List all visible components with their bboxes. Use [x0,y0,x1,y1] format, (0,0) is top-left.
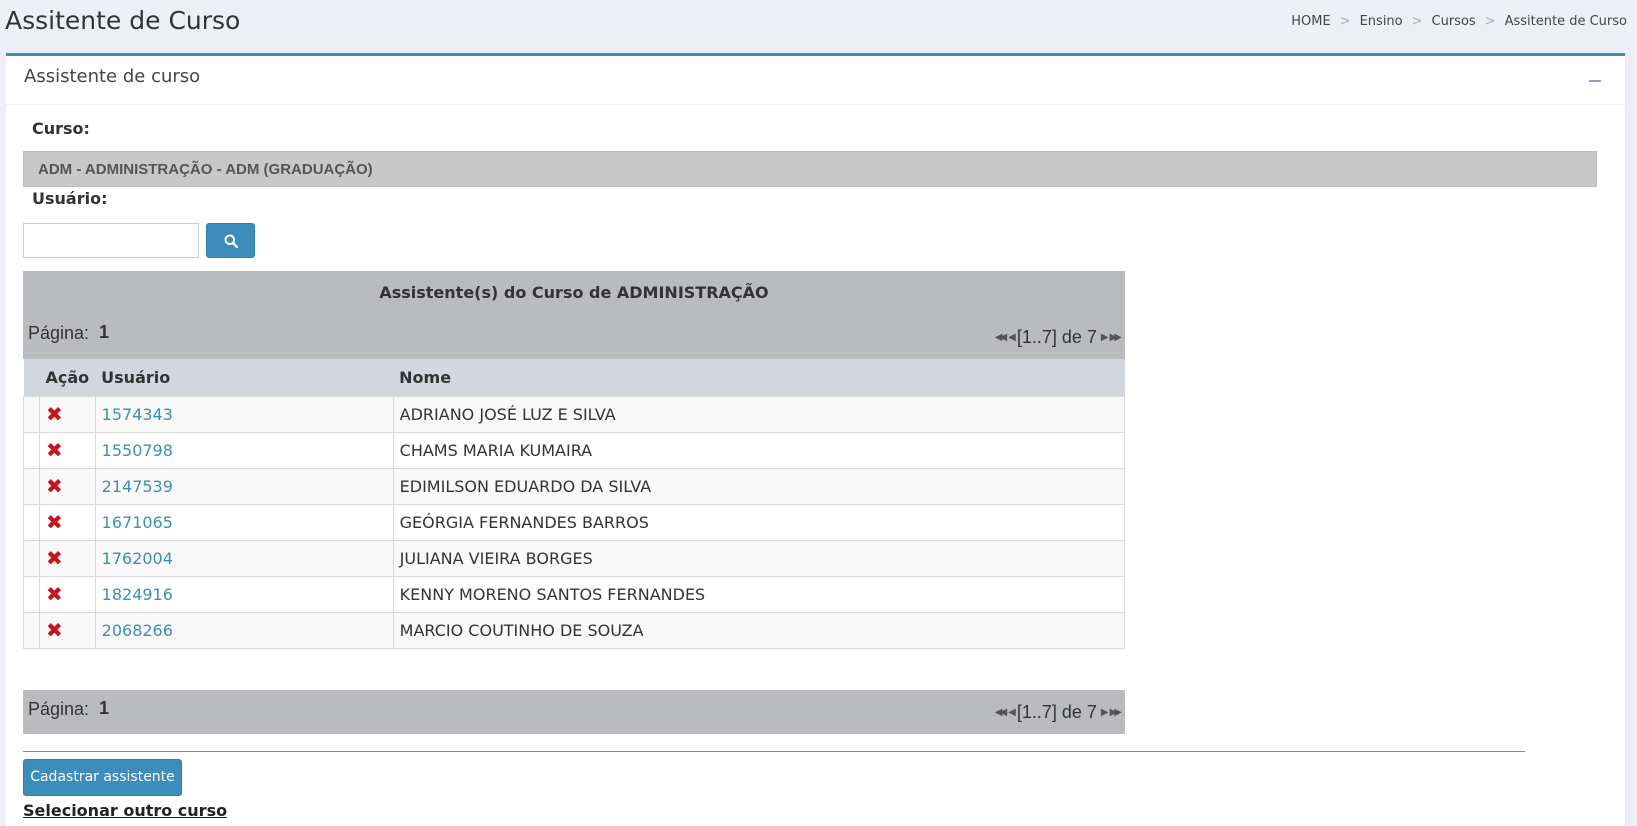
pager-bottom: Página: 1 ◀◀ ◀ [1..7] de 7 ▶ ▶▶ [23,690,1125,734]
row-action-cell: ✖ [39,396,96,433]
row-name-cell: CHAMS MARIA KUMAIRA [392,432,1126,469]
column-header-blank [23,359,40,397]
last-page-icon[interactable]: ▶▶ [1110,332,1123,343]
table-row: ✖ 2068266 MARCIO COUTINHO DE SOUZA [23,612,1126,649]
user-label: Usuário: [32,189,108,208]
course-value: ADM - ADMINISTRAÇÃO - ADM (GRADUAÇÃO) [23,151,1597,187]
page-number: 1 [99,322,110,342]
row-user-cell: 2068266 [94,612,394,649]
row-blank-cell [23,468,40,505]
page-title: Assitente de Curso [5,6,241,35]
user-link[interactable]: 1671065 [102,513,173,532]
row-action-cell: ✖ [39,432,96,469]
breadcrumb: HOME > Ensino > Cursos > Assitente de Cu… [1291,14,1627,29]
register-assistant-button[interactable]: Cadastrar assistente [23,759,182,796]
table-header-row: Ação Usuário Nome [23,359,1125,397]
delete-icon[interactable]: ✖ [46,438,63,462]
assistants-table: Ação Usuário Nome ✖ 1574343 ADRIANO JOSÉ… [23,359,1126,649]
breadcrumb-separator: > [1411,14,1423,29]
user-search-input[interactable] [23,223,199,258]
table-row: ✖ 1762004 JULIANA VIEIRA BORGES [23,540,1126,577]
row-name-cell: KENNY MORENO SANTOS FERNANDES [392,576,1126,613]
breadcrumb-separator: > [1484,14,1496,29]
breadcrumb-cursos[interactable]: Cursos [1432,14,1476,29]
delete-icon[interactable]: ✖ [46,474,63,498]
row-name-cell: JULIANA VIEIRA BORGES [392,540,1126,577]
delete-icon[interactable]: ✖ [46,510,63,534]
row-action-cell: ✖ [39,468,96,505]
row-name-cell: ADRIANO JOSÉ LUZ E SILVA [392,396,1126,433]
user-link[interactable]: 1574343 [102,405,173,424]
row-action-cell: ✖ [39,504,96,541]
table-row: ✖ 1550798 CHAMS MARIA KUMAIRA [23,432,1126,469]
first-page-icon[interactable]: ◀◀ [995,332,1008,343]
row-user-cell: 1762004 [94,540,394,577]
box-title: Assistente de curso [24,66,201,87]
row-blank-cell [23,576,40,613]
row-name-cell: EDIMILSON EDUARDO DA SILVA [392,468,1126,505]
delete-icon[interactable]: ✖ [46,402,63,426]
table-row: ✖ 1671065 GEÓRGIA FERNANDES BARROS [23,504,1126,541]
divider [23,751,1525,752]
row-name-cell: MARCIO COUTINHO DE SOUZA [392,612,1126,649]
last-page-icon[interactable]: ▶▶ [1110,707,1123,718]
delete-icon[interactable]: ✖ [46,582,63,606]
box-header: Assistente de curso [6,56,1625,105]
assistant-box: Assistente de curso Curso: ADM - ADMINIS… [6,53,1625,826]
user-link[interactable]: 1550798 [102,441,173,460]
delete-icon[interactable]: ✖ [46,546,63,570]
column-header-user: Usuário [95,359,394,397]
breadcrumb-separator: > [1339,14,1351,29]
prev-page-icon[interactable]: ◀ [1008,707,1016,718]
row-user-cell: 1574343 [94,396,394,433]
next-page-icon[interactable]: ▶ [1101,707,1109,718]
prev-page-icon[interactable]: ◀ [1008,332,1016,343]
course-label: Curso: [32,119,90,138]
row-user-cell: 2147539 [94,468,394,505]
next-page-icon[interactable]: ▶ [1101,332,1109,343]
user-link[interactable]: 1824916 [102,585,173,604]
breadcrumb-current: Assitente de Curso [1504,14,1627,29]
table-row: ✖ 1574343 ADRIANO JOSÉ LUZ E SILVA [23,396,1126,433]
row-action-cell: ✖ [39,576,96,613]
user-link[interactable]: 2068266 [102,621,173,640]
column-header-name: Nome [393,359,1125,397]
collapse-icon[interactable] [1589,80,1601,82]
row-user-cell: 1550798 [94,432,394,469]
page-label: Página: [28,699,90,719]
assistants-table-panel: Assistente(s) do Curso de ADMINISTRAÇÃO … [23,271,1126,649]
table-row: ✖ 1824916 KENNY MORENO SANTOS FERNANDES [23,576,1126,613]
row-user-cell: 1824916 [94,576,394,613]
row-name-cell: GEÓRGIA FERNANDES BARROS [392,504,1126,541]
delete-icon[interactable]: ✖ [46,618,63,642]
row-user-cell: 1671065 [94,504,394,541]
pager-nav: ◀◀ ◀ [1..7] de 7 ▶ ▶▶ [995,327,1123,348]
breadcrumb-ensino[interactable]: Ensino [1360,14,1403,29]
row-action-cell: ✖ [39,540,96,577]
column-header-action: Ação [39,359,96,397]
page-number: 1 [99,698,110,718]
page-range: [1..7] de 7 [1016,702,1097,722]
page-range: [1..7] de 7 [1016,327,1097,347]
table-caption: Assistente(s) do Curso de ADMINISTRAÇÃO [23,271,1125,313]
row-blank-cell [23,396,40,433]
user-link[interactable]: 2147539 [102,477,173,496]
first-page-icon[interactable]: ◀◀ [995,707,1008,718]
row-blank-cell [23,540,40,577]
user-link[interactable]: 1762004 [102,549,173,568]
table-row: ✖ 2147539 EDIMILSON EDUARDO DA SILVA [23,468,1126,505]
row-action-cell: ✖ [39,612,96,649]
row-blank-cell [23,432,40,469]
select-other-course-link[interactable]: Selecionar outro curso [23,801,227,820]
search-button[interactable] [206,223,255,258]
breadcrumb-home[interactable]: HOME [1291,14,1330,29]
row-blank-cell [23,504,40,541]
page-label: Página: [28,323,90,343]
row-blank-cell [23,612,40,649]
pager-top: Página: 1 ◀◀ ◀ [1..7] de 7 ▶ ▶▶ [23,313,1125,359]
pager-nav: ◀◀ ◀ [1..7] de 7 ▶ ▶▶ [995,702,1123,723]
search-icon [224,234,238,248]
